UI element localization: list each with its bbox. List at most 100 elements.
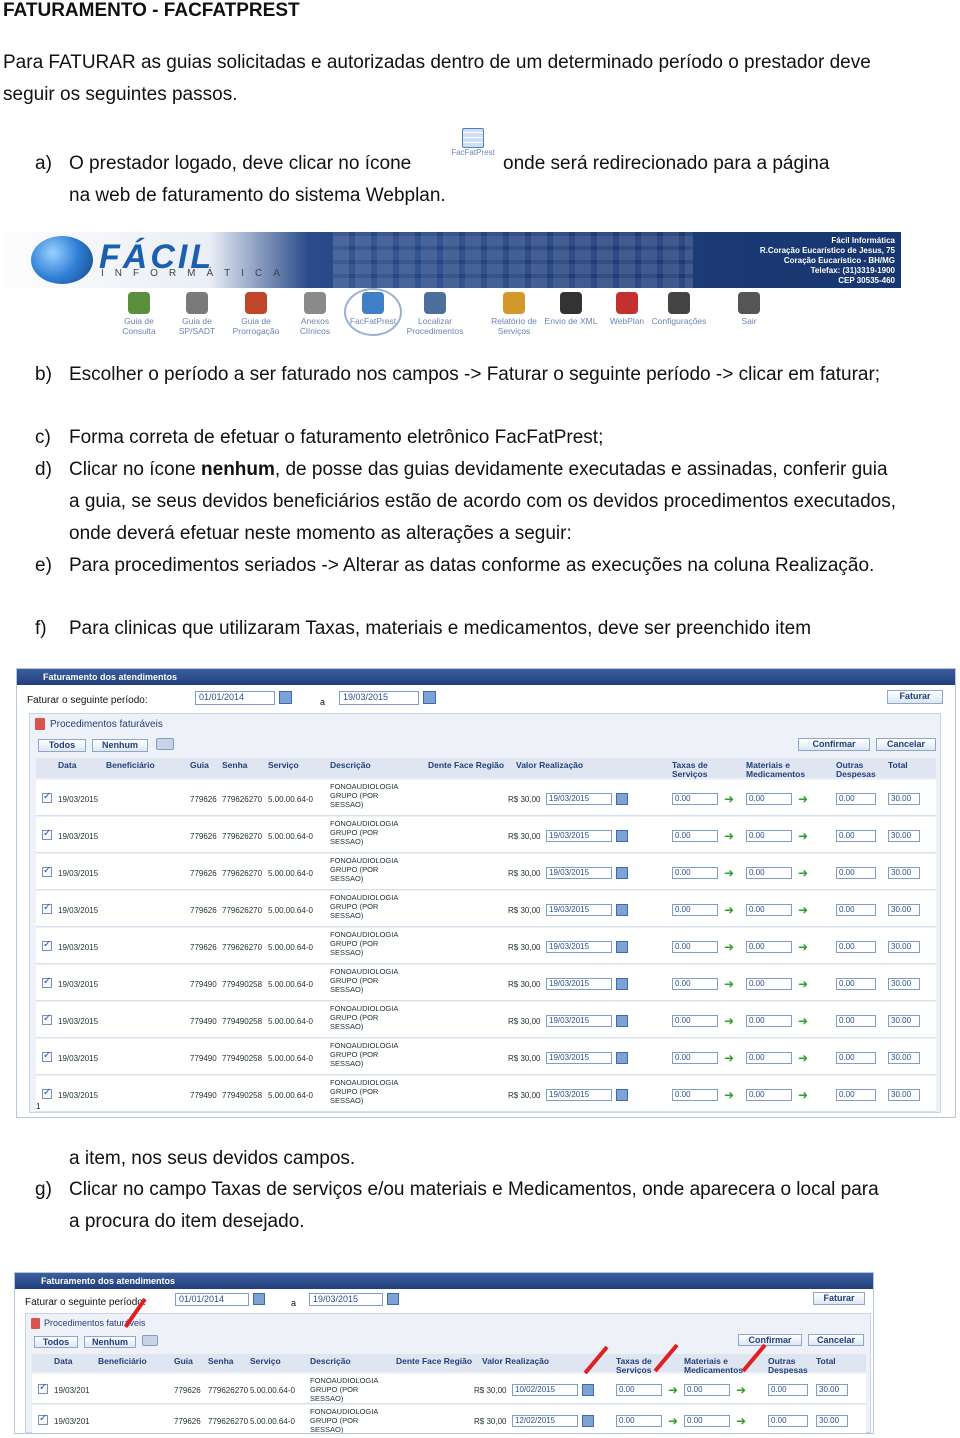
nenhum-button[interactable]: Nenhum [84, 1336, 136, 1348]
row-checkbox[interactable] [42, 828, 52, 840]
add-taxas-arrow-icon[interactable]: ➜ [724, 830, 734, 842]
toolbar-item-webplan[interactable]: WebPlan [598, 290, 656, 326]
date-to-input[interactable]: 19/03/2015 [339, 691, 419, 705]
outras-input[interactable]: 0.00 [836, 793, 876, 805]
outras-input[interactable]: 0.00 [836, 941, 876, 953]
toolbar-item-gear[interactable]: Configurações [650, 290, 708, 326]
outras-input[interactable]: 0.00 [836, 978, 876, 990]
row-checkbox[interactable] [38, 1413, 48, 1425]
calendar-icon[interactable] [582, 1415, 594, 1427]
add-materiais-arrow-icon[interactable]: ➜ [798, 1052, 808, 1064]
materiais-input[interactable]: 0.00 [746, 1089, 792, 1101]
add-materiais-arrow-icon[interactable]: ➜ [798, 1015, 808, 1027]
row-checkbox[interactable] [42, 976, 52, 988]
add-taxas-arrow-icon[interactable]: ➜ [724, 941, 734, 953]
materiais-input[interactable]: 0.00 [746, 867, 792, 879]
add-materiais-arrow-icon[interactable]: ➜ [798, 867, 808, 879]
materiais-input[interactable]: 0.00 [746, 904, 792, 916]
calendar-icon[interactable] [616, 1015, 628, 1027]
realizacao-input[interactable]: 19/03/2015 [546, 1015, 612, 1027]
nenhum-button[interactable]: Nenhum [92, 739, 148, 752]
calendar-icon[interactable] [253, 1293, 265, 1305]
realizacao-input[interactable]: 19/03/2015 [546, 793, 612, 805]
materiais-input[interactable]: 0.00 [746, 978, 792, 990]
add-materiais-arrow-icon[interactable]: ➜ [798, 793, 808, 805]
row-checkbox[interactable] [42, 939, 52, 951]
row-checkbox[interactable] [42, 865, 52, 877]
add-materiais-arrow-icon[interactable]: ➜ [798, 1089, 808, 1101]
realizacao-input[interactable]: 19/03/2015 [546, 941, 612, 953]
calendar-icon[interactable] [616, 867, 628, 879]
taxas-input[interactable]: 0.00 [672, 867, 718, 879]
taxas-input[interactable]: 0.00 [672, 941, 718, 953]
realizacao-input[interactable]: 19/03/2015 [546, 830, 612, 842]
add-taxas-arrow-icon[interactable]: ➜ [724, 793, 734, 805]
calendar-icon[interactable] [279, 691, 292, 704]
realizacao-input[interactable]: 10/02/2015 [512, 1384, 578, 1396]
eraser-icon[interactable] [156, 738, 174, 750]
toolbar-item-sadt[interactable]: Guia de SP/SADT [168, 290, 226, 336]
calendar-icon[interactable] [616, 793, 628, 805]
calendar-icon[interactable] [387, 1293, 399, 1305]
date-from-input[interactable]: 01/01/2014 [175, 1293, 249, 1306]
taxas-input[interactable]: 0.00 [672, 978, 718, 990]
cancelar-button[interactable]: Cancelar [808, 1334, 864, 1346]
toolbar-item-relatorio[interactable]: Relatório de Serviços [485, 290, 543, 336]
date-to-input[interactable]: 19/03/2015 [309, 1293, 383, 1306]
eraser-icon[interactable] [142, 1335, 158, 1346]
add-materiais-arrow-icon[interactable]: ➜ [736, 1415, 746, 1427]
date-from-input[interactable]: 01/01/2014 [195, 691, 275, 705]
realizacao-input[interactable]: 19/03/2015 [546, 1052, 612, 1064]
add-taxas-arrow-icon[interactable]: ➜ [668, 1384, 678, 1396]
outras-input[interactable]: 0.00 [836, 1015, 876, 1027]
taxas-input[interactable]: 0.00 [616, 1415, 662, 1427]
faturar-button[interactable]: Faturar [887, 690, 943, 704]
add-materiais-arrow-icon[interactable]: ➜ [798, 941, 808, 953]
row-checkbox[interactable] [42, 1087, 52, 1099]
toolbar-item-prorrogacao[interactable]: Guia de Prorrogação [227, 290, 285, 336]
outras-input[interactable]: 0.00 [836, 904, 876, 916]
add-taxas-arrow-icon[interactable]: ➜ [724, 1015, 734, 1027]
toolbar-item-consulta[interactable]: Guia de Consulta [110, 290, 168, 336]
toolbar-item-exit[interactable]: Sair [720, 290, 778, 326]
materiais-input[interactable]: 0.00 [746, 1052, 792, 1064]
materiais-input[interactable]: 0.00 [746, 793, 792, 805]
calendar-icon[interactable] [423, 691, 436, 704]
add-taxas-arrow-icon[interactable]: ➜ [724, 867, 734, 879]
toolbar-item-localizar[interactable]: Localizar Procedimentos [406, 290, 464, 336]
todos-button[interactable]: Todos [34, 1336, 78, 1348]
pagination[interactable]: 1 [36, 1102, 40, 1111]
add-taxas-arrow-icon[interactable]: ➜ [724, 1089, 734, 1101]
taxas-input[interactable]: 0.00 [672, 793, 718, 805]
realizacao-input[interactable]: 19/03/2015 [546, 1089, 612, 1101]
faturar-button[interactable]: Faturar [813, 1292, 865, 1305]
taxas-input[interactable]: 0.00 [672, 904, 718, 916]
calendar-icon[interactable] [616, 941, 628, 953]
row-checkbox[interactable] [42, 1013, 52, 1025]
outras-input[interactable]: 0.00 [836, 867, 876, 879]
confirmar-button[interactable]: Confirmar [738, 1334, 802, 1346]
outras-input[interactable]: 0.00 [836, 1089, 876, 1101]
taxas-input[interactable]: 0.00 [672, 1015, 718, 1027]
materiais-input[interactable]: 0.00 [746, 941, 792, 953]
add-materiais-arrow-icon[interactable]: ➜ [736, 1384, 746, 1396]
toolbar-item-anexos[interactable]: Anexos Clínicos [286, 290, 344, 336]
materiais-input[interactable]: 0.00 [684, 1384, 730, 1396]
row-checkbox[interactable] [42, 791, 52, 803]
add-materiais-arrow-icon[interactable]: ➜ [798, 830, 808, 842]
todos-button[interactable]: Todos [38, 739, 86, 752]
taxas-input[interactable]: 0.00 [672, 1052, 718, 1064]
taxas-input[interactable]: 0.00 [672, 830, 718, 842]
calendar-icon[interactable] [582, 1384, 594, 1396]
calendar-icon[interactable] [616, 904, 628, 916]
add-taxas-arrow-icon[interactable]: ➜ [724, 978, 734, 990]
materiais-input[interactable]: 0.00 [684, 1415, 730, 1427]
add-taxas-arrow-icon[interactable]: ➜ [668, 1415, 678, 1427]
add-materiais-arrow-icon[interactable]: ➜ [798, 978, 808, 990]
materiais-input[interactable]: 0.00 [746, 1015, 792, 1027]
row-checkbox[interactable] [42, 1050, 52, 1062]
calendar-icon[interactable] [616, 1052, 628, 1064]
toolbar-item-envio-xml[interactable]: Envio de XML [542, 290, 600, 326]
add-materiais-arrow-icon[interactable]: ➜ [798, 904, 808, 916]
row-checkbox[interactable] [38, 1382, 48, 1394]
